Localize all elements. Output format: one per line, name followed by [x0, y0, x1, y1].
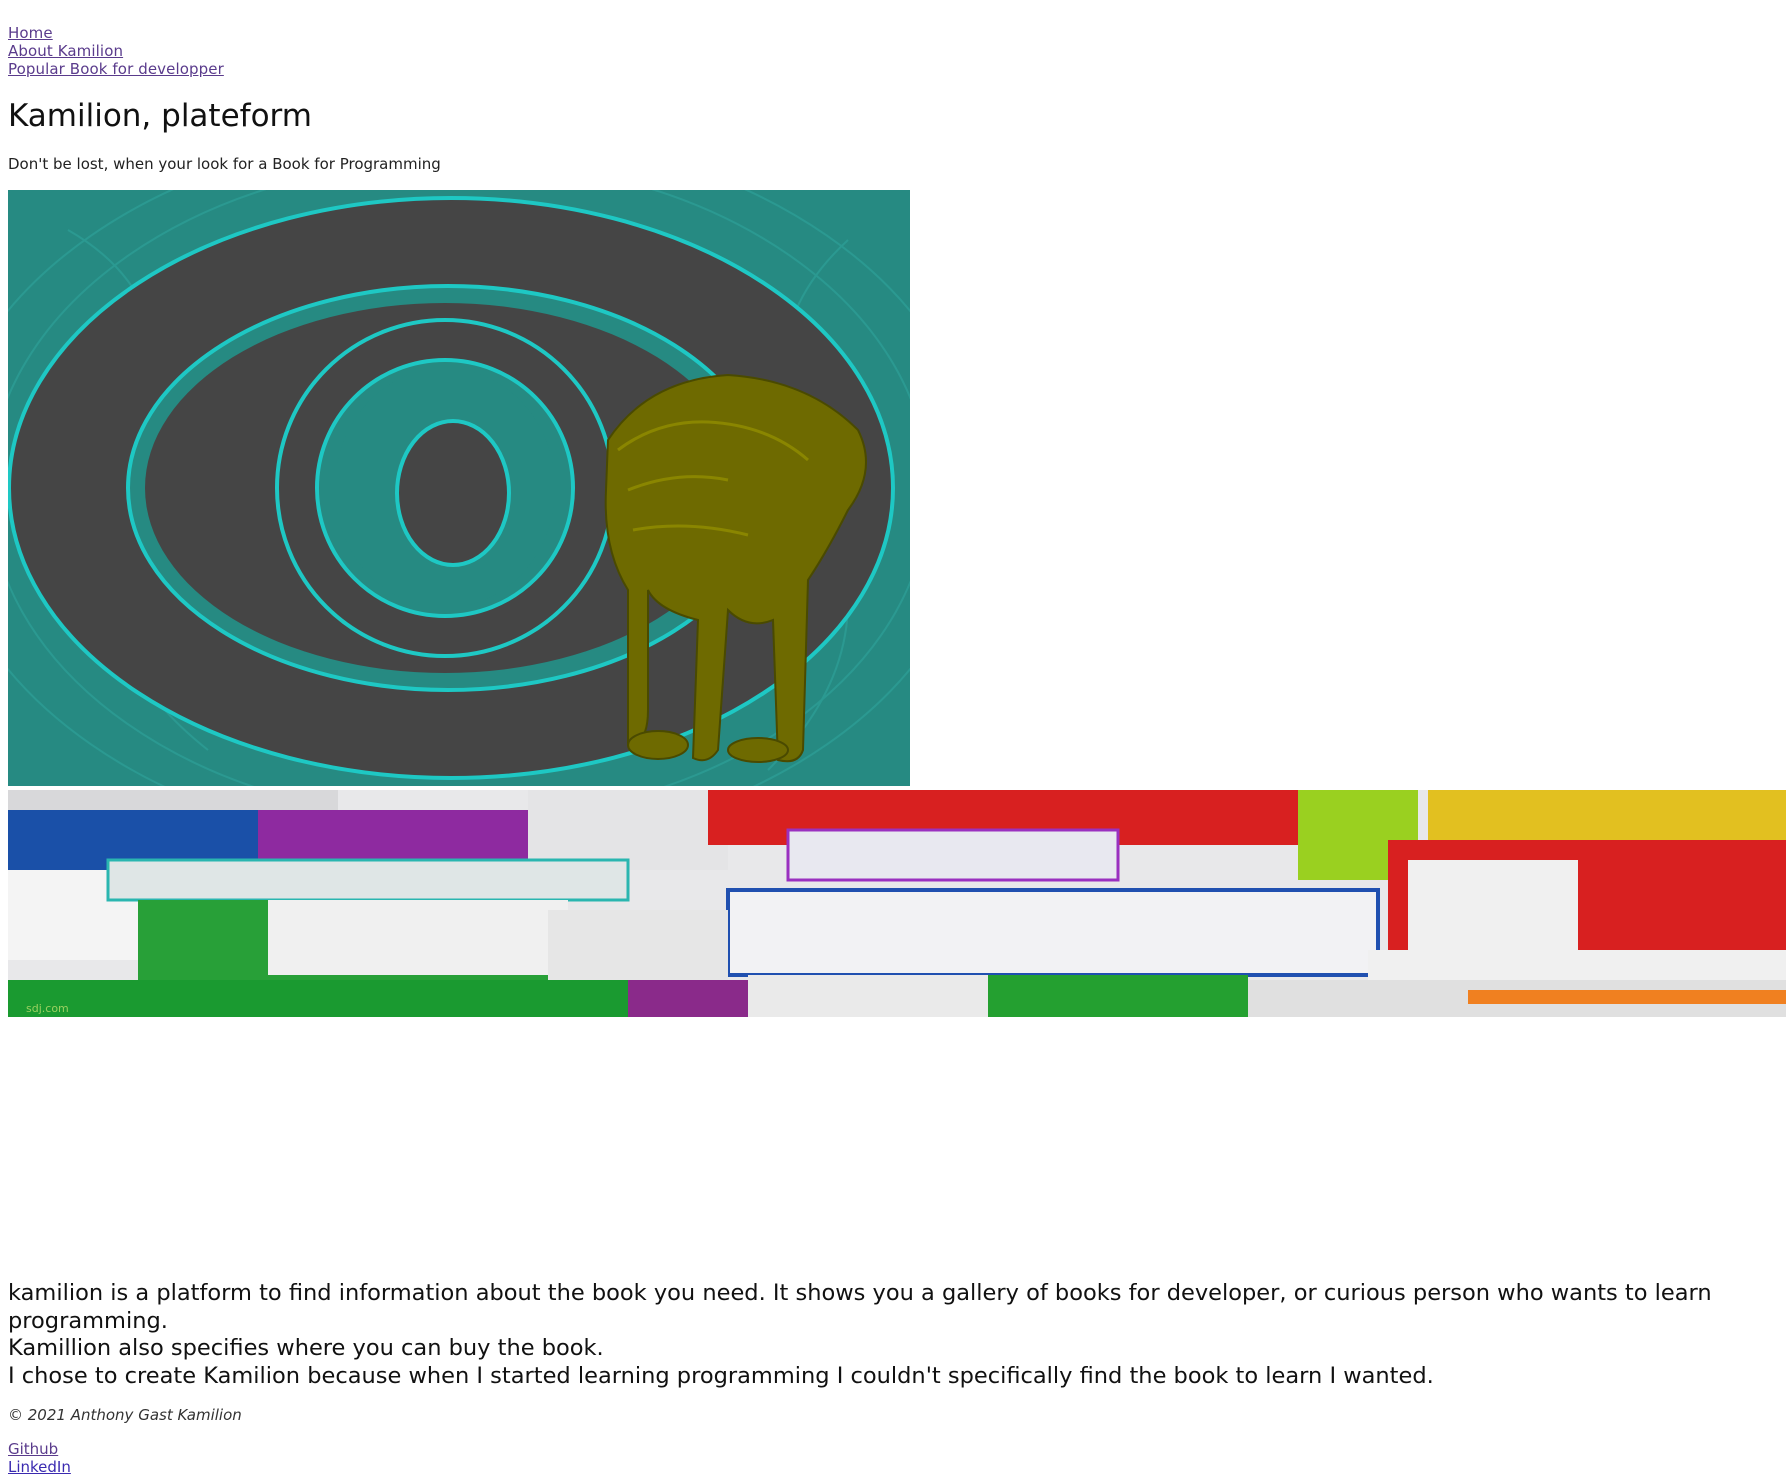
- stacked-books-banner-image: sdj.com: [8, 790, 1786, 1017]
- stacked-books-photo-icon: sdj.com: [8, 790, 1786, 1017]
- footer-links: Github LinkedIn: [8, 1440, 71, 1476]
- nav-link-popular-books[interactable]: Popular Book for developper: [8, 60, 224, 78]
- about-description: kamilion is a platform to find informati…: [8, 1280, 1783, 1390]
- footer-link-linkedin[interactable]: LinkedIn: [8, 1458, 71, 1476]
- about-line-3: I chose to create Kamilion because when …: [8, 1362, 1434, 1389]
- footer-link-github[interactable]: Github: [8, 1440, 71, 1458]
- lion-target-logo-icon: [8, 190, 910, 786]
- nav-link-home[interactable]: Home: [8, 24, 224, 42]
- copyright-text: © 2021 Anthony Gast Kamilion: [8, 1406, 242, 1424]
- page-tagline: Don't be lost, when your look for a Book…: [8, 155, 441, 173]
- lion-target-logo-image: [8, 190, 910, 786]
- page-title: Kamilion, plateform: [8, 98, 312, 134]
- about-line-1: kamilion is a platform to find informati…: [8, 1280, 1712, 1334]
- nav-link-about[interactable]: About Kamilion: [8, 42, 224, 60]
- about-line-2: Kamillion also specifies where you can b…: [8, 1335, 604, 1361]
- banner-watermark: sdj.com: [26, 1002, 69, 1015]
- top-nav: Home About Kamilion Popular Book for dev…: [8, 24, 224, 78]
